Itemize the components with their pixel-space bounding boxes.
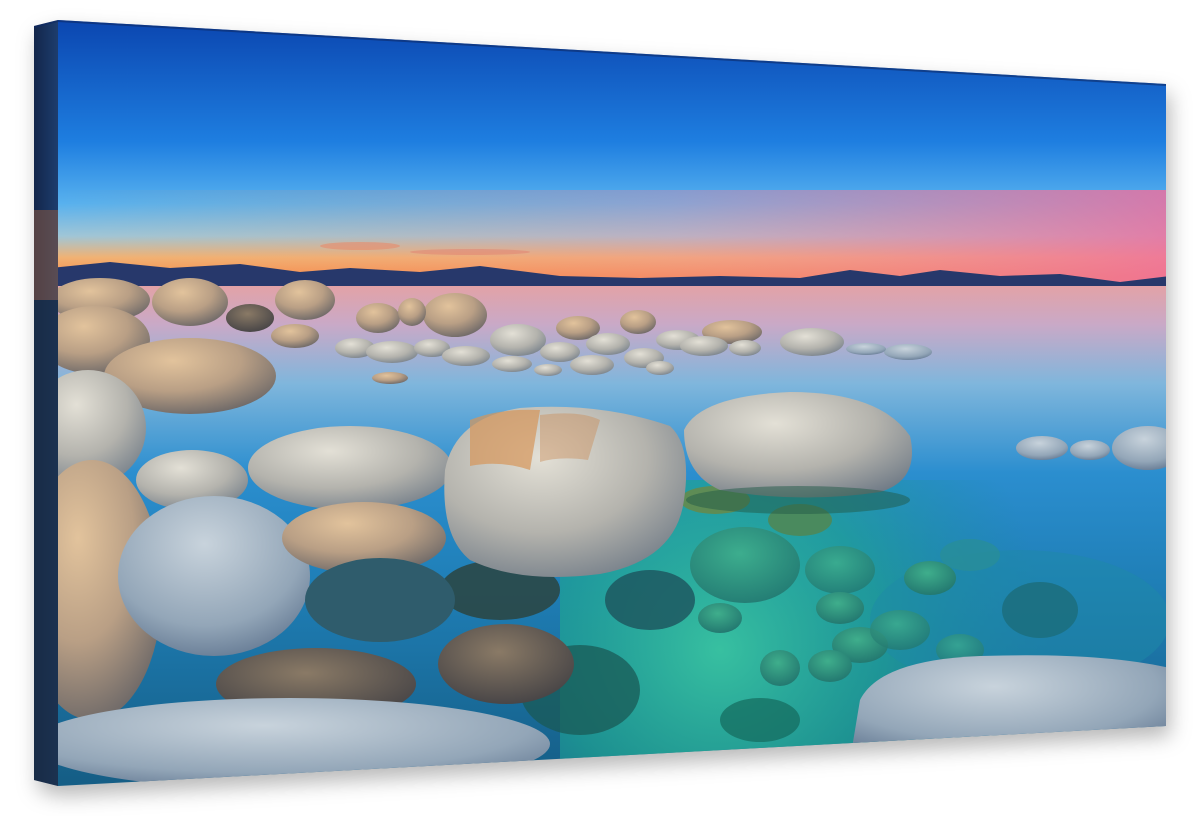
product-stage bbox=[0, 0, 1200, 816]
center-boulder bbox=[444, 406, 687, 577]
canvas-print bbox=[0, 0, 1200, 816]
foreground-rock-right bbox=[850, 655, 1166, 760]
right-boulder bbox=[684, 392, 912, 514]
photo-scene bbox=[58, 20, 1166, 786]
canvas-artwork bbox=[34, 20, 1166, 786]
